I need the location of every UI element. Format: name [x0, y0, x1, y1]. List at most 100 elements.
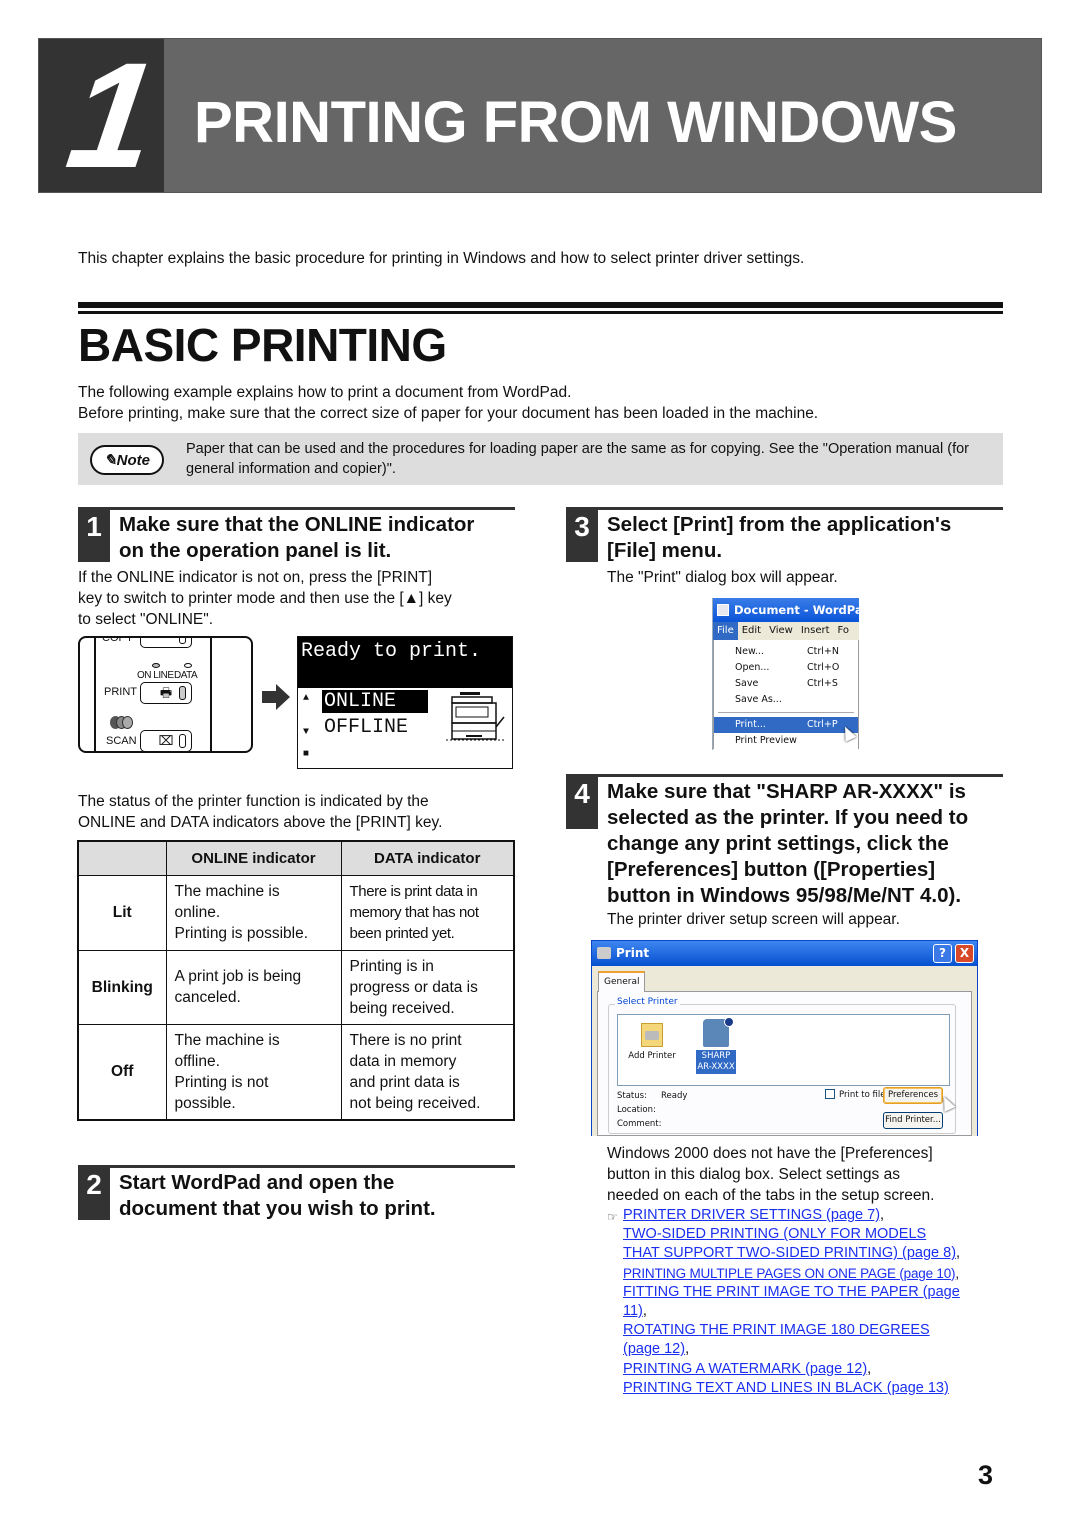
table-cell-online: The machine is online. Printing is possi… — [165, 874, 342, 951]
menu-item-shortcut: Ctrl+S — [807, 678, 838, 689]
link-multiple-pages[interactable]: PRINTING MULTIPLE PAGES ON ONE PAGE (pag… — [623, 1266, 956, 1281]
indicator-table: ONLINE indicator DATA indicator Lit The … — [77, 840, 515, 1121]
step-title-line: on the operation panel is lit. — [119, 539, 392, 562]
menu-item-label: Save As... — [735, 694, 782, 705]
link-two-sided-printing-cont[interactable]: THAT SUPPORT TWO-SIDED PRINTING) (page 8… — [623, 1245, 956, 1261]
find-printer-button[interactable]: Find Printer... — [883, 1112, 943, 1129]
right-arrow-icon — [262, 684, 290, 710]
link-row: PRINTING MULTIPLE PAGES ON ONE PAGE (pag… — [607, 1264, 1007, 1283]
copier-icon — [446, 692, 505, 741]
menu-item-new[interactable]: New... Ctrl+N — [714, 644, 858, 660]
key-slot — [179, 734, 186, 748]
step-title-line: [File] menu. — [607, 539, 723, 562]
link-row: 11), — [607, 1302, 1007, 1321]
separator: , — [867, 1360, 872, 1377]
scan-key: ⌧ — [140, 730, 192, 751]
status-description: The status of the printer function is in… — [78, 791, 442, 833]
step-rule — [566, 507, 1003, 510]
sharp-printer-item[interactable]: SHARP AR-XXXX — [696, 1017, 736, 1074]
menu-item-save[interactable]: Save Ctrl+S — [714, 676, 858, 692]
step-3-heading: 3 Select [Print] from the application's … — [566, 507, 1003, 567]
separator: , — [956, 1245, 961, 1262]
step-number: 2 — [78, 1168, 110, 1220]
data-led — [184, 663, 192, 668]
online-led — [152, 663, 160, 668]
select-printer-label: Select Printer — [615, 997, 680, 1007]
close-button[interactable]: X — [955, 944, 974, 963]
step-3-body: The "Print" dialog box will appear. — [607, 569, 838, 586]
wordpad-title: Document - WordPad — [734, 603, 859, 617]
tab-general[interactable]: General — [598, 971, 645, 992]
reference-links: ☞ PRINTER DRIVER SETTINGS (page 7), TWO-… — [607, 1206, 1007, 1398]
chapter-number-block: 1 — [39, 39, 164, 192]
status-field: Status: Ready — [617, 1091, 687, 1101]
link-rotate-180[interactable]: ROTATING THE PRINT IMAGE 180 DEGREES — [623, 1322, 930, 1338]
menu-item-print[interactable]: Print... Ctrl+P — [714, 717, 858, 733]
printer-icon — [703, 1017, 734, 1047]
note-line: button in this dialog box. Select settin… — [607, 1166, 900, 1183]
panel-divider — [210, 638, 212, 751]
menu-item-open[interactable]: Open... Ctrl+O — [714, 660, 858, 676]
file-menu: New... Ctrl+N Open... Ctrl+O Save Ctrl+S Sa… — [713, 640, 859, 749]
status-text-line: ONLINE and DATA indicators above the [PR… — [78, 814, 443, 831]
printer-name-line: AR-XXXX — [697, 1062, 735, 1072]
menu-item-label: Print Preview — [735, 735, 797, 746]
default-check-icon — [724, 1017, 734, 1027]
step-2-heading: 2 Start WordPad and open the document th… — [78, 1165, 515, 1225]
printer-name-line: SHARP — [701, 1051, 731, 1061]
menu-format[interactable]: Fo — [834, 622, 854, 640]
link-printer-driver-settings[interactable]: PRINTER DRIVER SETTINGS (page 7) — [623, 1207, 880, 1223]
step-title-line: button in Windows 95/98/Me/NT 4.0). — [607, 884, 962, 907]
step-rule — [78, 1165, 515, 1168]
help-button[interactable]: ? — [933, 944, 952, 963]
step-number: 4 — [566, 777, 598, 829]
menu-view[interactable]: View — [765, 622, 797, 640]
step-rule — [566, 774, 1003, 777]
link-fit-to-paper[interactable]: FITTING THE PRINT IMAGE TO THE PAPER (pa… — [623, 1284, 960, 1300]
scan-label: SCAN — [106, 735, 137, 747]
step-title-line: document that you wish to print. — [119, 1197, 436, 1220]
link-row: PRINTING A WATERMARK (page 12), — [607, 1360, 1007, 1379]
step-1-body: If the ONLINE indicator is not on, press… — [78, 567, 452, 630]
wordpad-screenshot: Document - WordPad File Edit View Insert Fo … — [712, 598, 859, 750]
link-watermark[interactable]: PRINTING A WATERMARK (page 12) — [623, 1361, 867, 1377]
link-row: PRINTING TEXT AND LINES IN BLACK (page 1… — [607, 1379, 1007, 1398]
separator: , — [955, 1265, 959, 1281]
note-line: needed on each of the tabs in the setup … — [607, 1187, 935, 1204]
link-fit-to-paper-cont[interactable]: 11) — [623, 1303, 643, 1319]
table-header: DATA indicator — [340, 840, 515, 876]
status-label: Status: — [617, 1091, 647, 1101]
menu-insert[interactable]: Insert — [797, 622, 834, 640]
step-body-line: key to switch to printer mode and then u… — [78, 590, 452, 607]
step-1-heading: 1 Make sure that the ONLINE indicator on… — [78, 507, 515, 567]
table-header: ONLINE indicator — [165, 840, 342, 876]
online-led-label: ON LINE — [137, 670, 174, 681]
printer-icon: 🖶 — [159, 685, 173, 700]
menu-item-shortcut: Ctrl+O — [807, 662, 840, 673]
link-rotate-180-cont[interactable]: (page 12) — [623, 1341, 685, 1357]
link-row: ROTATING THE PRINT IMAGE 180 DEGREES — [607, 1321, 1007, 1340]
table-cell-online: The machine is offline. Printing is not … — [165, 1023, 342, 1120]
menu-edit[interactable]: Edit — [738, 622, 765, 640]
step-title-line: [Preferences] button ([Properties] — [607, 858, 936, 881]
add-printer-item[interactable]: Add Printer — [626, 1023, 678, 1061]
table-header — [77, 840, 167, 876]
menu-file[interactable]: File — [713, 622, 738, 640]
menu-item-save-as[interactable]: Save As... — [714, 692, 858, 708]
link-text-lines-black[interactable]: PRINTING TEXT AND LINES IN BLACK (page 1… — [623, 1380, 949, 1396]
menu-item-label: Save — [735, 678, 759, 689]
step-number: 3 — [566, 510, 598, 562]
section-rule-thin — [78, 311, 1003, 314]
separator: , — [880, 1207, 885, 1223]
menu-item-print-preview[interactable]: Print Preview — [714, 733, 858, 749]
page-number: 3 — [978, 1460, 994, 1490]
print-to-file-checkbox[interactable]: Print to file — [825, 1089, 885, 1100]
printer-icon — [597, 947, 611, 959]
checkbox-icon — [825, 1089, 835, 1099]
link-two-sided-printing[interactable]: TWO-SIDED PRINTING (ONLY FOR MODELS — [623, 1226, 926, 1242]
menu-item-label: Open... — [735, 662, 770, 673]
preferences-button[interactable]: Preferences — [883, 1087, 943, 1104]
table-cell-online: A print job is being canceled. — [165, 949, 342, 1025]
step-rule — [78, 507, 515, 510]
print-dialog-title: Print — [616, 946, 650, 960]
